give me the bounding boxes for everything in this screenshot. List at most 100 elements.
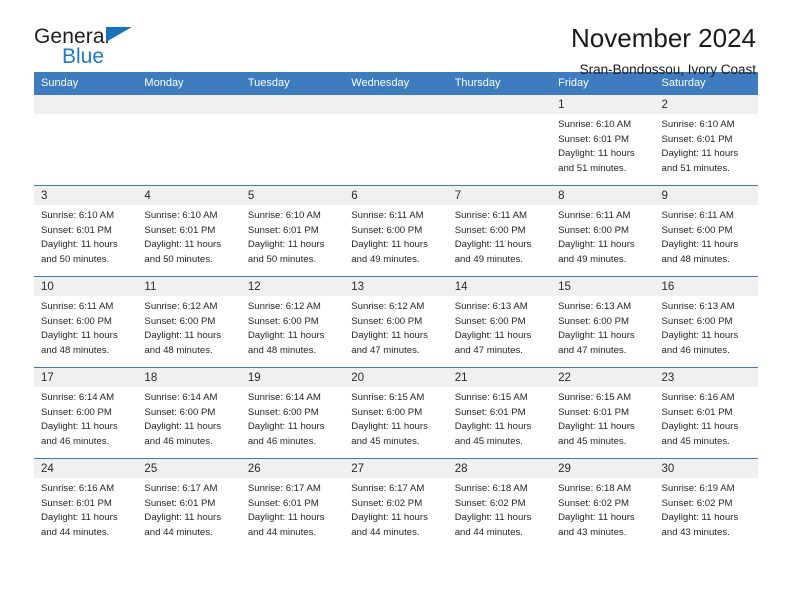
calendar-day-cell[interactable]: 8 Sunrise: 6:11 AM Sunset: 6:00 PM Daylight… (551, 185, 655, 277)
sunset-text: Sunset: 6:01 PM (41, 497, 112, 509)
calendar-day-cell[interactable]: 17 Sunrise: 6:14 AM Sunset: 6:00 PM Dayligh… (34, 367, 138, 459)
daylight-text-line2: and 48 minutes. (144, 344, 213, 356)
sunset-text: Sunset: 6:00 PM (144, 406, 216, 418)
daylight-text-line2: and 46 minutes. (144, 435, 213, 447)
sunrise-text: Sunrise: 6:10 AM (41, 210, 115, 221)
sunset-text: Sunset: 6:00 PM (41, 406, 112, 418)
calendar-day-cell[interactable]: 13 Sunrise: 6:12 AM Sunset: 6:00 PM Dayligh… (344, 276, 448, 368)
daylight-text-line2: and 45 minutes. (454, 435, 523, 447)
daylight-text-line2: and 51 minutes. (558, 162, 627, 174)
weekday-header-monday: Monday (137, 72, 241, 95)
daylight-text-line1: Daylight: 11 hours (558, 330, 635, 342)
day-details: Sunrise: 6:14 AM Sunset: 6:00 PM Daylight:… (137, 387, 240, 449)
calendar-day-cell[interactable]: 1 Sunrise: 6:10 AM Sunset: 6:01 PM Daylight… (551, 94, 655, 186)
daylight-text-line1: Daylight: 11 hours (351, 330, 428, 342)
calendar-day-cell[interactable]: 7 Sunrise: 6:11 AM Sunset: 6:00 PM Daylight… (447, 185, 552, 277)
calendar-day-cell[interactable]: 5 Sunrise: 6:10 AM Sunset: 6:01 PM Daylight… (240, 185, 345, 277)
calendar-day-cell[interactable]: 27 Sunrise: 6:17 AM Sunset: 6:02 PM Dayligh… (344, 458, 448, 549)
day-number: 3 (34, 186, 138, 205)
day-details: Sunrise: 6:14 AM Sunset: 6:00 PM Daylight:… (241, 387, 344, 449)
sunrise-text: Sunrise: 6:17 AM (351, 483, 425, 494)
sunset-text: Sunset: 6:00 PM (247, 406, 319, 418)
daylight-text-line2: and 46 minutes. (247, 435, 317, 447)
daylight-text-line1: Daylight: 11 hours (144, 421, 222, 433)
calendar-day-cell[interactable]: 12 Sunrise: 6:12 AM Sunset: 6:00 PM Dayligh… (240, 276, 345, 368)
daylight-text-line2: and 48 minutes. (247, 344, 317, 356)
sunset-text: Sunset: 6:01 PM (144, 497, 216, 509)
day-details: Sunrise: 6:18 AM Sunset: 6:02 PM Daylight:… (448, 478, 551, 540)
daylight-text-line1: Daylight: 11 hours (144, 330, 222, 342)
day-number: 2 (654, 95, 758, 114)
calendar-day-cell[interactable]: 6 Sunrise: 6:11 AM Sunset: 6:00 PM Daylight… (344, 185, 448, 277)
sunset-text: Sunset: 6:00 PM (351, 315, 423, 327)
calendar-day-cell[interactable]: 25 Sunrise: 6:17 AM Sunset: 6:01 PM Dayligh… (137, 458, 241, 549)
sunrise-text: Sunrise: 6:13 AM (661, 301, 735, 312)
sunset-text: Sunset: 6:01 PM (247, 224, 319, 236)
sunset-text: Sunset: 6:00 PM (661, 315, 733, 327)
daylight-text-line1: Daylight: 11 hours (247, 421, 325, 433)
calendar-day-cell[interactable]: 14 Sunrise: 6:13 AM Sunset: 6:00 PM Dayligh… (447, 276, 552, 368)
sunset-text: Sunset: 6:01 PM (661, 133, 733, 145)
day-details: Sunrise: 6:10 AM Sunset: 6:01 PM Daylight:… (551, 114, 654, 176)
sunset-text: Sunset: 6:01 PM (558, 406, 630, 418)
calendar-day-cell[interactable]: 15 Sunrise: 6:13 AM Sunset: 6:00 PM Dayligh… (551, 276, 655, 368)
calendar-day-cell[interactable]: 24 Sunrise: 6:16 AM Sunset: 6:01 PM Dayligh… (34, 458, 138, 549)
daylight-text-line2: and 46 minutes. (41, 435, 110, 447)
day-number: 28 (447, 459, 552, 478)
sunrise-text: Sunrise: 6:12 AM (351, 301, 425, 312)
day-details: Sunrise: 6:11 AM Sunset: 6:00 PM Daylight:… (34, 296, 137, 358)
calendar-day-cell[interactable]: 30 Sunrise: 6:19 AM Sunset: 6:02 PM Dayligh… (654, 458, 758, 549)
day-number: 19 (240, 368, 345, 387)
calendar-day-cell[interactable]: 22 Sunrise: 6:15 AM Sunset: 6:01 PM Dayligh… (551, 367, 655, 459)
day-number: 26 (240, 459, 345, 478)
calendar-day-cell[interactable]: 10 Sunrise: 6:11 AM Sunset: 6:00 PM Dayligh… (34, 276, 138, 368)
daylight-text-line2: and 44 minutes. (144, 526, 213, 538)
day-number: 9 (654, 186, 758, 205)
calendar-day-cell[interactable]: 21 Sunrise: 6:15 AM Sunset: 6:01 PM Dayligh… (447, 367, 552, 459)
calendar-day-cell[interactable]: 29 Sunrise: 6:18 AM Sunset: 6:02 PM Dayligh… (551, 458, 655, 549)
calendar-day-cell[interactable]: 18 Sunrise: 6:14 AM Sunset: 6:00 PM Dayligh… (137, 367, 241, 459)
sunrise-text: Sunrise: 6:17 AM (247, 483, 321, 494)
sunrise-text: Sunrise: 6:19 AM (661, 483, 735, 494)
sunrise-text: Sunrise: 6:13 AM (558, 301, 632, 312)
calendar-day-cell[interactable]: 19 Sunrise: 6:14 AM Sunset: 6:00 PM Dayligh… (240, 367, 345, 459)
daylight-text-line1: Daylight: 11 hours (661, 330, 739, 342)
day-details: Sunrise: 6:12 AM Sunset: 6:00 PM Daylight:… (137, 296, 240, 358)
title-block: November 2024 Sran-Bondossou, Ivory Coas… (571, 23, 758, 77)
calendar-day-cell-empty (344, 94, 448, 186)
sunset-text: Sunset: 6:00 PM (247, 315, 319, 327)
sunrise-text: Sunrise: 6:10 AM (144, 210, 218, 221)
day-details: Sunrise: 6:11 AM Sunset: 6:00 PM Daylight:… (448, 205, 551, 267)
daylight-text-line2: and 49 minutes. (558, 253, 627, 265)
day-details: Sunrise: 6:16 AM Sunset: 6:01 PM Daylight:… (655, 387, 758, 449)
daylight-text-line1: Daylight: 11 hours (454, 239, 532, 251)
sunrise-text: Sunrise: 6:11 AM (661, 210, 734, 221)
daylight-text-line1: Daylight: 11 hours (351, 239, 428, 251)
day-number: 23 (654, 368, 758, 387)
calendar-day-cell[interactable]: 16 Sunrise: 6:13 AM Sunset: 6:00 PM Dayligh… (654, 276, 758, 368)
sunrise-text: Sunrise: 6:12 AM (144, 301, 218, 312)
daylight-text-line2: and 46 minutes. (661, 344, 730, 356)
day-details: Sunrise: 6:17 AM Sunset: 6:02 PM Daylight:… (344, 478, 447, 540)
calendar-day-cell[interactable]: 9 Sunrise: 6:11 AM Sunset: 6:00 PM Daylight… (654, 185, 758, 277)
sunrise-text: Sunrise: 6:11 AM (454, 210, 528, 221)
calendar-day-cell[interactable]: 26 Sunrise: 6:17 AM Sunset: 6:01 PM Dayligh… (240, 458, 345, 549)
calendar-day-cell[interactable]: 28 Sunrise: 6:18 AM Sunset: 6:02 PM Dayligh… (447, 458, 552, 549)
calendar-day-cell[interactable]: 11 Sunrise: 6:12 AM Sunset: 6:00 PM Dayligh… (137, 276, 241, 368)
calendar-day-cell[interactable]: 4 Sunrise: 6:10 AM Sunset: 6:01 PM Daylight… (137, 185, 241, 277)
logo-triangle-icon (106, 27, 132, 42)
daylight-text-line2: and 44 minutes. (41, 526, 110, 538)
sunrise-text: Sunrise: 6:10 AM (661, 119, 735, 130)
day-details: Sunrise: 6:17 AM Sunset: 6:01 PM Daylight:… (137, 478, 240, 540)
sunset-text: Sunset: 6:01 PM (247, 497, 319, 509)
day-number: 4 (137, 186, 241, 205)
day-details: Sunrise: 6:11 AM Sunset: 6:00 PM Daylight:… (344, 205, 447, 267)
calendar-day-cell[interactable]: 23 Sunrise: 6:16 AM Sunset: 6:01 PM Dayligh… (654, 367, 758, 459)
calendar-day-cell[interactable]: 20 Sunrise: 6:15 AM Sunset: 6:00 PM Dayligh… (344, 367, 448, 459)
daylight-text-line1: Daylight: 11 hours (558, 148, 635, 160)
calendar-day-cell[interactable]: 3 Sunrise: 6:10 AM Sunset: 6:01 PM Daylight… (34, 185, 138, 277)
daylight-text-line2: and 48 minutes. (41, 344, 110, 356)
calendar-day-cell[interactable]: 2 Sunrise: 6:10 AM Sunset: 6:01 PM Daylight… (654, 94, 758, 186)
day-number: 18 (137, 368, 241, 387)
daylight-text-line1: Daylight: 11 hours (247, 330, 325, 342)
